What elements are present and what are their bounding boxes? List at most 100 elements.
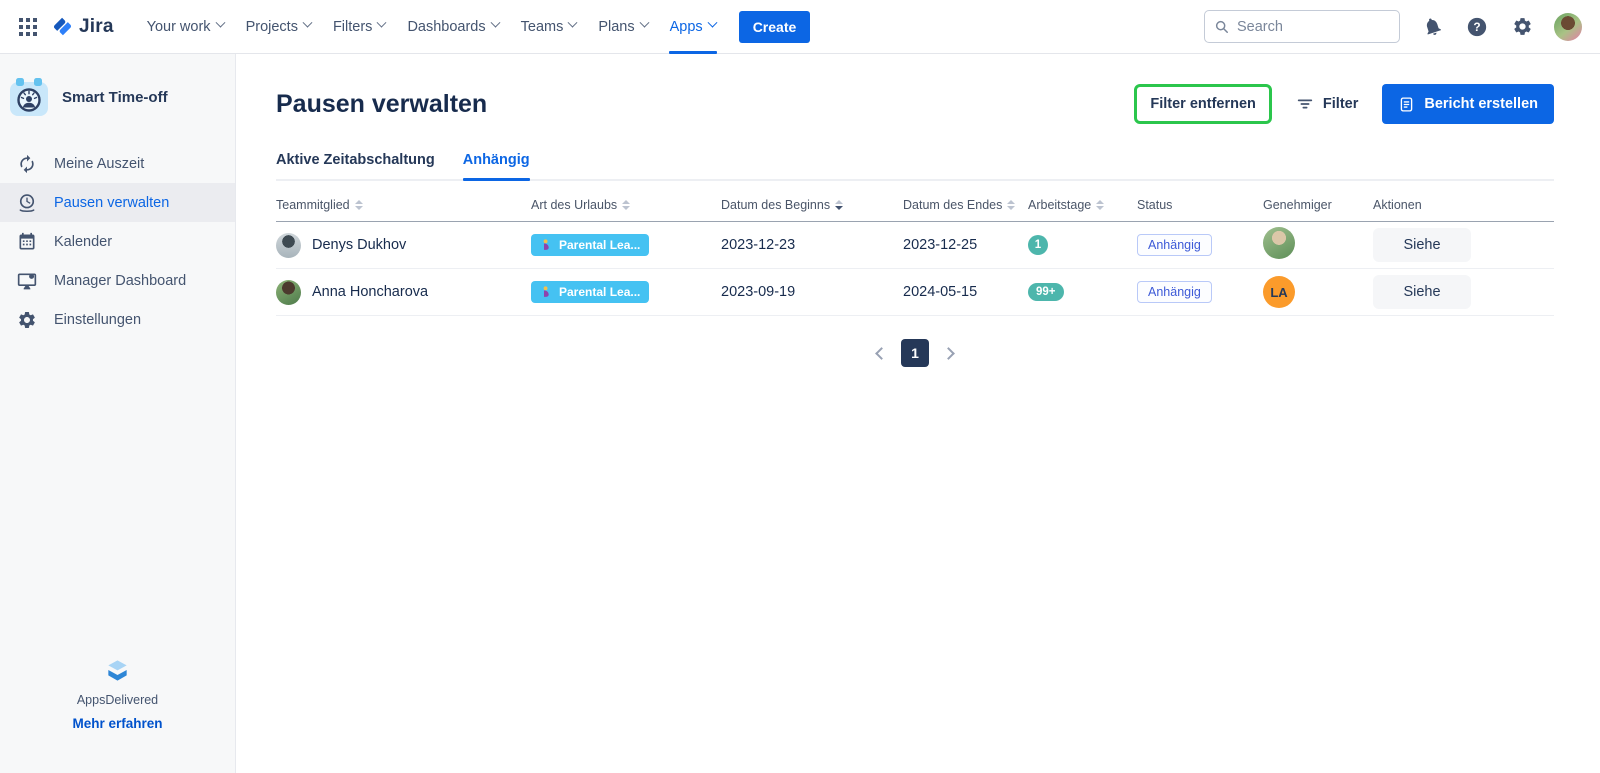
calendar-icon [15,232,39,252]
nav-label: Plans [598,19,634,35]
tab-aktive-zeitabschaltung[interactable]: Aktive Zeitabschaltung [276,152,435,179]
column-header-status: Status [1137,198,1263,212]
learn-more-link[interactable]: Mehr erfahren [72,716,162,731]
app-title: Smart Time-off [62,89,168,106]
nav-item-apps[interactable]: Apps [659,0,727,54]
user-avatar[interactable] [1554,13,1582,41]
settings-button[interactable] [1509,14,1535,40]
view-button[interactable]: Siehe [1373,275,1471,309]
nav-item-teams[interactable]: Teams [510,0,588,54]
jira-mark-icon [50,14,75,39]
chevron-down-icon [215,18,225,28]
sidebar-item-label: Meine Auszeit [54,156,144,172]
layers-icon [104,657,131,684]
nav-item-filters[interactable]: Filters [322,0,396,54]
chevron-down-icon [303,18,313,28]
global-search[interactable] [1204,10,1400,43]
column-header-datum-des-endes[interactable]: Datum des Endes [903,198,1028,212]
nav-item-dashboards[interactable]: Dashboards [396,0,509,54]
chevron-down-icon [707,18,717,28]
column-label: Aktionen [1373,198,1422,212]
page-header: Pausen verwalten Filter entfernen Filter [276,84,1554,124]
actions-cell: Siehe [1373,228,1554,262]
table-header-row: Teammitglied Art des Urlaubs Datum des B… [276,198,1554,222]
previous-page-icon[interactable] [875,347,888,360]
column-label: Arbeitstage [1028,198,1091,212]
nav-label: Teams [521,19,564,35]
create-report-button[interactable]: Bericht erstellen [1382,84,1554,124]
page-title: Pausen verwalten [276,90,487,119]
table-row: Anna Honcharova Parental Lea... 2023-09-… [276,269,1554,316]
member-avatar [276,280,301,305]
workdays-badge: 1 [1028,235,1048,255]
jira-logo[interactable]: Jira [50,14,114,39]
column-header-aktionen: Aktionen [1373,198,1554,212]
pagination: 1 [276,339,1554,367]
chevron-down-icon [639,18,649,28]
main-content: Pausen verwalten Filter entfernen Filter [236,54,1600,773]
column-header-art-des-urlaubs[interactable]: Art des Urlaubs [531,198,721,212]
leave-type-badge: Parental Lea... [531,281,649,303]
bell-icon [1419,13,1445,39]
filter-button[interactable]: Filter [1296,95,1358,113]
status-badge: Anhängig [1137,234,1212,256]
svg-text:?: ? [1473,20,1480,34]
create-button[interactable]: Create [739,11,811,43]
sort-icon[interactable] [355,200,363,210]
primary-nav: Your work Projects Filters Dashboards Te… [136,0,727,54]
presentation-board-icon [15,271,39,291]
nav-label: Apps [670,19,703,35]
end-date-cell: 2023-12-25 [903,237,1028,253]
status-cell: Anhängig [1137,234,1263,256]
workdays-cell: 99+ [1028,283,1137,301]
sidebar-item-label: Manager Dashboard [54,273,186,289]
refresh-clock-icon [15,154,39,174]
sort-icon[interactable] [622,200,630,210]
search-icon [1215,19,1229,35]
sort-icon[interactable] [1096,200,1104,210]
start-date-cell: 2023-09-19 [721,284,903,300]
search-input[interactable] [1237,19,1389,35]
column-label: Datum des Endes [903,198,1002,212]
app-switcher-icon[interactable] [12,11,44,43]
leave-type-label: Parental Lea... [559,285,640,299]
filter-lines-icon [1296,95,1314,113]
member-name: Anna Honcharova [312,284,428,300]
chevron-down-icon [568,18,578,28]
column-header-teammitglied[interactable]: Teammitglied [276,198,531,212]
column-label: Teammitglied [276,198,350,212]
nav-item-your-work[interactable]: Your work [136,0,235,54]
table-row: Denys Dukhov Parental Lea... 2023-12-23 … [276,222,1554,269]
view-button[interactable]: Siehe [1373,228,1471,262]
app-header: Smart Time-off [0,54,235,138]
column-header-genehmiger: Genehmiger [1263,198,1373,212]
tab-anhaengig[interactable]: Anhängig [463,152,530,179]
sidebar-item-kalender[interactable]: Kalender [0,222,235,261]
member-cell: Denys Dukhov [276,233,531,258]
sort-desc-icon[interactable] [835,200,843,210]
column-label: Art des Urlaubs [531,198,617,212]
sidebar-item-meine-auszeit[interactable]: Meine Auszeit [0,144,235,183]
sidebar-item-manager-dashboard[interactable]: Manager Dashboard [0,261,235,300]
help-button[interactable]: ? [1464,14,1490,40]
sidebar-menu: Meine Auszeit Pausen verwalten Kalender … [0,144,235,339]
nav-item-plans[interactable]: Plans [587,0,658,54]
remove-filter-button[interactable]: Filter entfernen [1150,96,1256,112]
nav-item-projects[interactable]: Projects [235,0,322,54]
current-page-button[interactable]: 1 [901,339,929,367]
document-icon [1398,96,1415,113]
header-actions: Filter entfernen Filter Bericht erstelle… [1134,84,1554,124]
filter-button-label: Filter [1323,96,1358,112]
approver-avatar [1263,227,1295,259]
grid-dots-icon [19,18,37,36]
next-page-icon[interactable] [942,347,955,360]
column-header-datum-des-beginns[interactable]: Datum des Beginns [721,198,903,212]
gear-clock-icon [15,310,39,330]
sort-icon[interactable] [1007,200,1015,210]
column-header-arbeitstage[interactable]: Arbeitstage [1028,198,1137,212]
sidebar-item-einstellungen[interactable]: Einstellungen [0,300,235,339]
topbar-right-cluster: ? [1204,10,1582,43]
sidebar-item-pausen-verwalten[interactable]: Pausen verwalten [0,183,235,222]
approver-cell: LA [1263,276,1373,308]
notifications-button[interactable] [1419,14,1445,40]
